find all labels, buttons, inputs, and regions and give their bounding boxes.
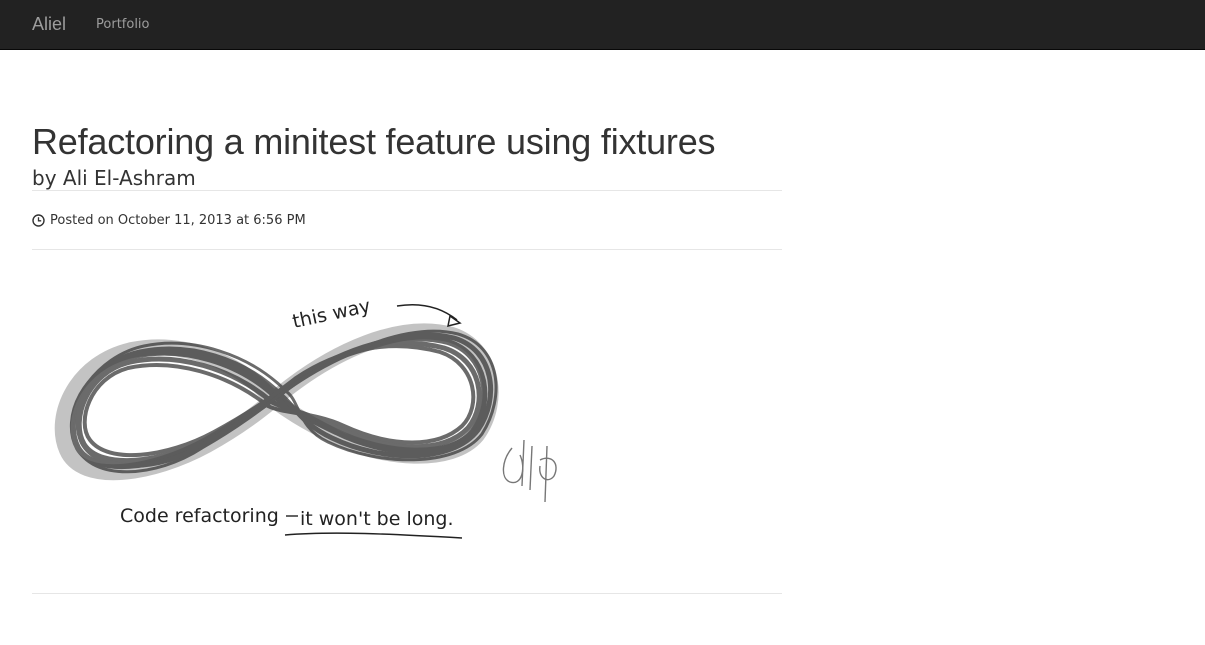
- post-content: Refactoring a minitest feature using fix…: [32, 50, 782, 594]
- caption-left: Code refactoring: [120, 505, 279, 527]
- top-navbar: Aliel Portfolio: [0, 0, 1205, 50]
- infinity-sketch-image: this way Code refactoring it won't be lo…: [54, 295, 557, 539]
- brand-link[interactable]: Aliel: [32, 14, 66, 35]
- post-meta: Posted on October 11, 2013 at 6:56 PM: [32, 191, 782, 249]
- post-illustration: this way Code refactoring it won't be lo…: [32, 250, 782, 593]
- clock-icon: [32, 213, 45, 227]
- caption-right: it won't be long.: [300, 508, 454, 530]
- divider: [32, 593, 782, 594]
- nav-link-portfolio[interactable]: Portfolio: [96, 17, 149, 32]
- annotation-text: this way: [290, 295, 372, 333]
- posted-date: Posted on October 11, 2013 at 6:56 PM: [50, 212, 306, 228]
- post-author: by Ali El-Ashram: [32, 166, 196, 190]
- post-title: Refactoring a minitest feature using fix…: [32, 121, 716, 162]
